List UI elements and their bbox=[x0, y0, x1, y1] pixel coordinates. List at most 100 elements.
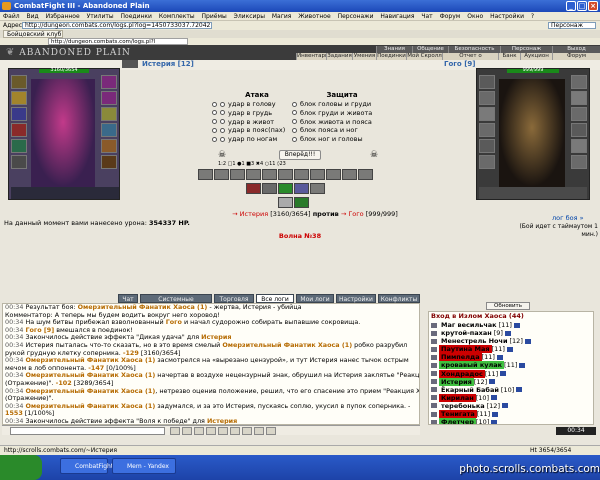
chat-highlight[interactable]: Омерзительный Фанатик Хаоса (1) bbox=[222, 342, 352, 349]
nav-bank[interactable]: Банк bbox=[498, 53, 520, 60]
chat-input[interactable] bbox=[10, 427, 165, 435]
nav-auction[interactable]: Аукцион bbox=[520, 53, 552, 60]
right-shield-slot[interactable] bbox=[571, 123, 587, 137]
menu-view[interactable]: Вид bbox=[27, 13, 39, 20]
nav-character[interactable]: Персонаж bbox=[500, 46, 552, 53]
taskbar-combatfight[interactable]: CombatFight bbox=[60, 458, 113, 474]
menu-characters[interactable]: Персонажи bbox=[338, 13, 374, 20]
attack-legs[interactable]: удар по ногам bbox=[212, 135, 302, 144]
chat-highlight[interactable]: Гого [9] bbox=[25, 327, 54, 334]
menu-help[interactable]: ? bbox=[531, 13, 534, 20]
left-leggings-slot[interactable] bbox=[101, 139, 117, 153]
skill-slot[interactable] bbox=[326, 169, 341, 180]
menu-chat[interactable]: Чат bbox=[421, 13, 432, 20]
chat-log[interactable]: 00:34 Результат боя: Омерзительный Фанат… bbox=[2, 303, 420, 425]
right-gloves-slot[interactable] bbox=[571, 107, 587, 121]
chat-highlight[interactable]: Омерзительный Фанатик Хаоса (1) bbox=[25, 403, 155, 410]
defense-legs-head[interactable]: блок ног и головы bbox=[292, 135, 392, 144]
tab-my-logs[interactable]: Мои логи bbox=[296, 294, 334, 303]
user-name[interactable]: крутой-пахан bbox=[439, 329, 494, 337]
info-icon[interactable] bbox=[501, 403, 508, 409]
right-earring-slot[interactable] bbox=[571, 75, 587, 89]
info-icon[interactable] bbox=[516, 387, 523, 393]
skill-slot[interactable] bbox=[278, 197, 293, 208]
right-ring1-slot[interactable] bbox=[571, 91, 587, 105]
defense-stomach-belt[interactable]: блок живота и пояса bbox=[292, 118, 392, 127]
tab-fight-club[interactable]: Бойцовский клуб bbox=[3, 30, 63, 38]
skill-slot[interactable] bbox=[278, 169, 293, 180]
user-name[interactable]: Паутина Мая bbox=[439, 345, 492, 354]
close-button[interactable]: × bbox=[588, 1, 598, 11]
nav-security[interactable]: Безопасность bbox=[448, 46, 500, 53]
skill-slot-green[interactable] bbox=[278, 183, 293, 194]
chat-highlight[interactable]: -147 bbox=[88, 365, 104, 372]
chat-highlight[interactable]: -102 bbox=[56, 380, 72, 387]
user-row[interactable]: Тенигата [11] bbox=[431, 410, 593, 419]
menu-battles[interactable]: Поединки bbox=[121, 13, 152, 20]
smiles-button[interactable] bbox=[182, 427, 192, 435]
left-skull-icon[interactable]: ☠ bbox=[218, 150, 228, 160]
menu-file[interactable]: Файл bbox=[3, 13, 20, 20]
left-shield-slot[interactable] bbox=[101, 123, 117, 137]
attack-legs-radio[interactable] bbox=[212, 136, 217, 142]
left-belt-slot[interactable] bbox=[11, 139, 27, 153]
defense-head-chest-radio[interactable] bbox=[292, 101, 297, 107]
skill-slot[interactable] bbox=[262, 183, 277, 194]
user-name[interactable]: Пимпелда bbox=[439, 353, 482, 362]
chat-highlight[interactable]: Омерзительный Фанатик Хаоса (1) bbox=[25, 388, 155, 395]
chat-highlight[interactable]: Гого bbox=[166, 319, 182, 326]
nav-report[interactable]: Отчет о нарушении bbox=[442, 53, 498, 66]
left-helmet-slot[interactable] bbox=[11, 75, 27, 89]
tab-chat[interactable]: Чат bbox=[118, 294, 138, 303]
defense-chest-stomach-radio[interactable] bbox=[292, 110, 297, 116]
user-row[interactable]: Маг весильчак [11] bbox=[431, 321, 593, 329]
defense-belt-legs[interactable]: блок пояса и ног bbox=[292, 126, 392, 135]
battle-log-link[interactable]: лог боя » bbox=[552, 214, 598, 222]
user-name[interactable]: теребонька bbox=[439, 402, 487, 410]
user-name[interactable]: Тенигата bbox=[439, 410, 477, 419]
address-input[interactable]: http://dungeon.combats.com/logs.pl?log=1… bbox=[22, 22, 212, 29]
left-weapon-slot[interactable] bbox=[11, 107, 27, 121]
menu-techniques[interactable]: Приёмы bbox=[202, 13, 227, 20]
skill-slot[interactable] bbox=[198, 169, 213, 180]
attack-head-radio-2[interactable] bbox=[220, 101, 225, 107]
chat-highlight[interactable]: Истерия bbox=[201, 334, 231, 341]
right-extra-slot[interactable] bbox=[479, 155, 495, 169]
user-row[interactable]: Пимпелда [11] bbox=[431, 353, 593, 362]
right-belt-slot[interactable] bbox=[479, 139, 495, 153]
info-icon[interactable] bbox=[504, 330, 511, 336]
inner-address-input[interactable]: http://dungeon.combats.com/logs.pl?l bbox=[48, 38, 188, 45]
user-list[interactable]: Вход в Излом Хаоса (44) Маг весильчак [11… bbox=[428, 311, 594, 425]
left-extra-slot[interactable] bbox=[11, 155, 27, 169]
user-name[interactable]: Маг весильчак bbox=[439, 321, 499, 329]
left-necklace-slot[interactable] bbox=[11, 91, 27, 105]
sound-button[interactable] bbox=[230, 427, 240, 435]
skill-slot-green[interactable] bbox=[294, 197, 309, 208]
user-name[interactable]: Хондрадос bbox=[439, 369, 485, 378]
chat-highlight[interactable]: Омерзительный Фанатик Хаоса (1) bbox=[25, 357, 155, 364]
user-row[interactable]: Хондрадос [11] bbox=[431, 369, 593, 378]
right-weapon-slot[interactable] bbox=[479, 107, 495, 121]
user-name[interactable]: кровавый кулак bbox=[439, 361, 505, 370]
user-row[interactable]: Кирилан [10] bbox=[431, 393, 593, 402]
user-row[interactable]: Менестрель Ночи [12] bbox=[431, 337, 593, 345]
attack-stomach-radio[interactable] bbox=[212, 119, 217, 125]
info-icon[interactable] bbox=[496, 354, 503, 360]
defense-belt-legs-radio[interactable] bbox=[292, 127, 297, 133]
maximize-button[interactable]: □ bbox=[577, 1, 587, 11]
menu-sets[interactable]: Комплекты bbox=[159, 13, 195, 20]
left-ring1-slot[interactable] bbox=[101, 91, 117, 105]
nav-my-scroll[interactable]: Мой Скролл bbox=[406, 53, 442, 60]
user-name[interactable]: Менестрель Ночи bbox=[439, 337, 510, 345]
translit-button[interactable] bbox=[194, 427, 204, 435]
attack-stomach-radio-2[interactable] bbox=[220, 119, 225, 125]
menu-animal[interactable]: Животное bbox=[298, 13, 330, 20]
defense-chest-stomach[interactable]: блок груди и живота bbox=[292, 109, 392, 118]
user-row[interactable]: крутой-пахан [9] bbox=[431, 329, 593, 337]
user-name[interactable]: Ёкарный Бабай bbox=[439, 386, 501, 394]
hide-button[interactable] bbox=[254, 427, 264, 435]
attack-head-radio[interactable] bbox=[212, 101, 217, 107]
left-player-name[interactable]: Истерия bbox=[142, 60, 175, 68]
right-character-avatar[interactable] bbox=[499, 79, 565, 187]
chat-highlight[interactable]: -129 bbox=[123, 350, 139, 357]
